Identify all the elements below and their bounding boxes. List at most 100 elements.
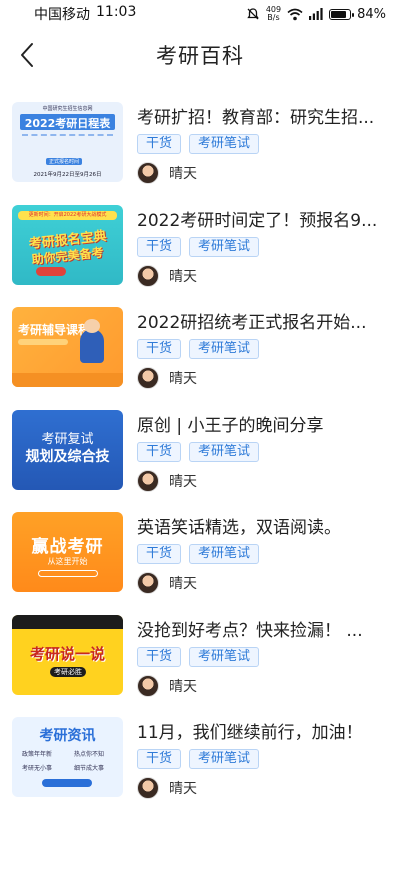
thumb-subtitle: 从这里开始: [47, 557, 88, 566]
thumb-title: 赢战考研: [31, 537, 104, 557]
list-item[interactable]: 考研复试 规划及综合技 原创 | 小王子的晚间分享 干货 考研笔试 晴天: [0, 406, 400, 509]
tag-list: 干货 考研笔试: [137, 749, 260, 769]
tag[interactable]: 干货: [137, 441, 182, 462]
list-item[interactable]: 中国研究生招生信息网 2022考研日程表 正式报名时间 2021年9月22日至9…: [0, 98, 400, 201]
list-item[interactable]: 赢战考研 从这里开始 英语笑话精选，双语阅读。 干货 考研笔试 晴天: [0, 508, 400, 611]
author-name: 晴天: [169, 166, 197, 182]
battery-percent: 84%: [357, 6, 386, 22]
thumb-title: 考研复试: [41, 431, 94, 447]
tag-list: 干货 考研笔试: [137, 236, 260, 257]
article-title[interactable]: 考研扩招！教育部：研究生招...: [137, 103, 391, 128]
avatar: [137, 674, 159, 697]
author-name: 晴天: [169, 268, 197, 285]
tag-list: 干货 考研笔试: [137, 441, 260, 462]
author-name: 晴天: [169, 576, 197, 592]
article-thumbnail: 更新时间：开启2022考研大战模式 考研报名宝典 助你完美备考: [12, 204, 123, 285]
tag-list: 干货 考研笔试: [137, 646, 260, 667]
article-thumbnail: 考研辅导课程: [12, 307, 123, 387]
page-header: 考研百科: [0, 32, 400, 78]
article-title[interactable]: 11月，我们继续前行，加油！: [137, 718, 391, 743]
thumb-title: 考研辅导课程: [18, 323, 91, 337]
author-info: 晴天: [137, 264, 197, 287]
mute-icon: [247, 8, 259, 20]
article-list: 中国研究生招生信息网 2022考研日程表 正式报名时间 2021年9月22日至9…: [0, 98, 400, 816]
author-info: 晴天: [137, 469, 197, 492]
article-title[interactable]: 2022考研时间定了！预报名9...: [137, 206, 391, 231]
thumb-figure-head: [84, 319, 100, 333]
thumb-item: 热点你不知: [74, 751, 105, 758]
list-item[interactable]: 考研辅导课程 2022研招统考正式报名开始... 干货 考研笔试 晴天: [0, 303, 400, 406]
author-name: 晴天: [169, 473, 197, 490]
thumb-pill: [42, 779, 92, 787]
article-title[interactable]: 2022研招统考正式报名开始...: [137, 308, 391, 333]
list-item[interactable]: 考研说一说 考研必胜 没抢到好考点？快来捡漏！ ... 干货 考研笔试 晴天: [0, 611, 400, 714]
back-button[interactable]: [10, 38, 44, 72]
article-thumbnail: 考研说一说 考研必胜: [12, 614, 123, 695]
article-thumbnail: 中国研究生招生信息网 2022考研日程表 正式报名时间 2021年9月22日至9…: [12, 102, 123, 182]
status-bar: 中国移动 11:03 409 B/s 84%: [0, 0, 400, 28]
wifi-icon: [287, 8, 303, 20]
article-thumbnail: 考研复试 规划及综合技: [12, 409, 123, 490]
avatar: [137, 162, 159, 184]
thumb-title: 考研说一说: [29, 644, 105, 663]
thumb-subtitle: 规划及综合技: [25, 448, 110, 465]
tag[interactable]: 干货: [137, 339, 182, 359]
thumb-item: 考研无小事: [22, 765, 53, 772]
thumb-top-note: 更新时间：开启2022考研大战模式: [18, 210, 117, 220]
tag-list: 干货 考研笔试: [137, 544, 260, 564]
signal-icon: [309, 8, 323, 20]
author-name: 晴天: [169, 781, 197, 797]
tag-list: 干货 考研笔试: [137, 339, 260, 359]
net-speed: 409 B/s: [265, 5, 282, 22]
thumb-item: 细节成大事: [74, 765, 105, 772]
tag[interactable]: 干货: [137, 749, 182, 769]
thumb-note: 正式报名时间: [46, 158, 83, 165]
tag[interactable]: 考研笔试: [189, 544, 260, 564]
avatar: [137, 264, 159, 287]
author-info: 晴天: [137, 367, 197, 389]
thumb-date: 2021年9月22日至9月26日: [33, 172, 102, 178]
avatar: [137, 777, 159, 799]
tag[interactable]: 考研笔试: [189, 134, 260, 154]
thumb-ground: [12, 373, 123, 387]
page-title: 考研百科: [156, 44, 244, 68]
author-info: 晴天: [137, 572, 197, 594]
tag[interactable]: 干货: [137, 134, 182, 154]
tag[interactable]: 考研笔试: [189, 441, 260, 462]
tag[interactable]: 干货: [137, 544, 182, 564]
thumb-calendar: [22, 134, 113, 158]
author-info: 晴天: [137, 162, 197, 184]
thumb-badge: 考研必胜: [50, 666, 86, 677]
battery-icon: [329, 8, 355, 20]
thumb-pill: [36, 266, 66, 276]
thumb-pill: [38, 570, 98, 577]
tag[interactable]: 考研笔试: [189, 749, 260, 769]
author-name: 晴天: [169, 371, 197, 387]
chevron-left-icon: [21, 43, 33, 67]
avatar: [137, 469, 159, 492]
article-thumbnail: 赢战考研 从这里开始: [12, 512, 123, 592]
tag[interactable]: 考研笔试: [189, 339, 260, 359]
avatar: [137, 367, 159, 389]
tag[interactable]: 干货: [137, 236, 182, 257]
tag[interactable]: 干货: [137, 646, 182, 667]
thumb-title: 2022考研日程表: [24, 117, 111, 130]
author-info: 晴天: [137, 674, 197, 697]
author-name: 晴天: [169, 678, 197, 695]
thumb-figure: [80, 329, 104, 363]
author-info: 晴天: [137, 777, 197, 799]
tag-list: 干货 考研笔试: [137, 134, 260, 154]
article-title[interactable]: 原创 | 小王子的晚间分享: [137, 411, 391, 436]
tag[interactable]: 考研笔试: [189, 236, 260, 257]
carrier-label: 中国移动: [34, 7, 90, 23]
thumb-top-band: [12, 614, 123, 629]
article-title[interactable]: 没抢到好考点？快来捡漏！ ...: [137, 616, 391, 641]
list-item[interactable]: 更新时间：开启2022考研大战模式 考研报名宝典 助你完美备考 2022考研时间…: [0, 201, 400, 304]
tag[interactable]: 考研笔试: [189, 646, 260, 667]
thumb-item: 政策年年新: [22, 751, 53, 758]
article-title[interactable]: 英语笑话精选，双语阅读。: [137, 513, 391, 538]
article-thumbnail: 考研资讯 政策年年新 热点你不知 考研无小事 细节成大事: [12, 717, 123, 797]
list-item[interactable]: 考研资讯 政策年年新 热点你不知 考研无小事 细节成大事 11月，我们继续前行，…: [0, 713, 400, 816]
avatar: [137, 572, 159, 594]
thumb-strip: [18, 339, 68, 345]
